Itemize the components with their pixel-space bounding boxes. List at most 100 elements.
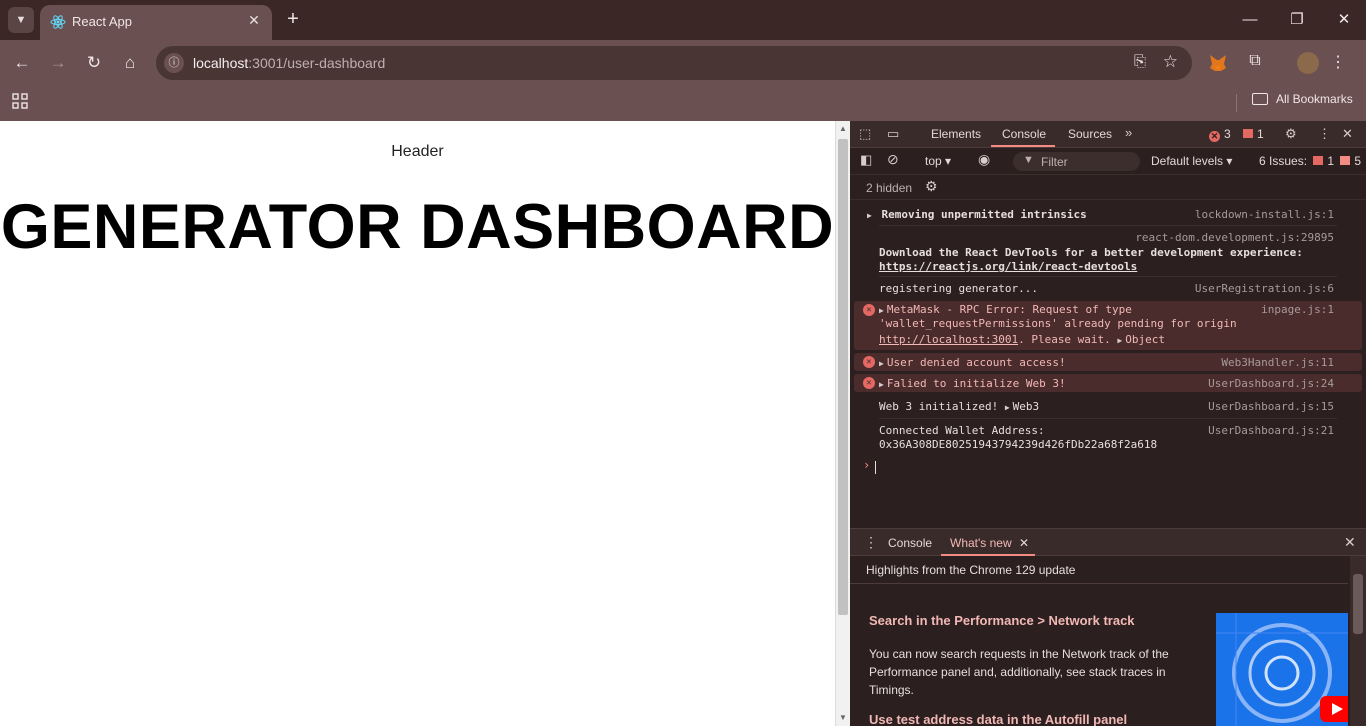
expand-triangle-icon[interactable]: ▶ (1117, 336, 1122, 345)
message-source[interactable]: Web3Handler.js:11 (1221, 355, 1334, 370)
error-count-badge[interactable]: ✕ 3 (1209, 127, 1231, 142)
scrollbar-thumb[interactable] (838, 139, 848, 615)
issues-warnings: 5 (1354, 154, 1362, 168)
drawer-scrollbar[interactable] (1350, 556, 1366, 726)
console-message[interactable]: react-dom.development.js:29895 Download … (850, 230, 1366, 274)
message-object[interactable]: Web3 (1013, 400, 1040, 413)
close-tab-icon[interactable]: ✕ (1019, 536, 1029, 550)
live-expression-eye-icon[interactable]: ◉ (978, 151, 990, 168)
tab-console[interactable]: Console (1002, 127, 1046, 141)
filter-input[interactable]: ▼ Filter (1013, 152, 1140, 171)
more-tabs-icon[interactable]: » (1125, 125, 1132, 140)
message-separator (879, 418, 1337, 419)
expand-triangle-icon[interactable]: ▶ (879, 380, 884, 389)
message-link[interactable]: https://reactjs.org/link/react-devtools (879, 259, 1137, 274)
tab-sources[interactable]: Sources (1068, 127, 1112, 141)
sidebar-toggle-icon[interactable]: ◧ (860, 152, 872, 168)
message-source[interactable]: UserRegistration.js:6 (1195, 281, 1334, 296)
console-error-message[interactable]: ✕ ▶ MetaMask - RPC Error: Request of type… (854, 301, 1362, 350)
feature-heading[interactable]: Search in the Performance > Network trac… (869, 613, 1135, 628)
tab-search-button[interactable]: ▼ (8, 7, 34, 33)
message-source[interactable]: lockdown-install.js:1 (1195, 207, 1334, 222)
metamask-fox-icon[interactable] (1208, 53, 1228, 73)
expand-triangle-icon[interactable]: ▶ (1005, 403, 1010, 412)
scroll-down-icon[interactable]: ▼ (839, 713, 847, 722)
drawer-tab-console[interactable]: Console (888, 536, 932, 550)
console-settings-gear-icon[interactable]: ⚙ (925, 178, 938, 195)
message-source[interactable]: react-dom.development.js:29895 (1135, 230, 1334, 245)
drawer-scroll-thumb[interactable] (1353, 574, 1363, 634)
feature-heading[interactable]: Use test address data in the Autofill pa… (869, 712, 1127, 726)
console-toolbar: ◧ ⊘ top ▾ ◉ ▼ Filter Default levels ▾ 6 … (850, 148, 1366, 175)
console-message[interactable]: registering generator... UserRegistratio… (850, 281, 1366, 297)
close-window-button[interactable]: ✕ (1324, 6, 1364, 34)
youtube-play-icon[interactable] (1320, 696, 1348, 722)
restore-button[interactable]: ❐ (1277, 6, 1317, 34)
console-error-message[interactable]: ✕ ▶ User denied account access! Web3Handl… (854, 353, 1362, 371)
error-icon: ✕ (863, 377, 875, 389)
message-text: Download the React DevTools for a better… (879, 246, 1303, 259)
new-tab-button[interactable]: + (282, 8, 304, 30)
minimize-button[interactable]: — (1230, 6, 1270, 34)
address-bar[interactable]: ⓘ localhost:3001/user-dashboard ⎘ ☆ (156, 46, 1192, 80)
video-thumbnail[interactable] (1216, 613, 1348, 726)
chrome-menu-icon[interactable]: ⋮ (1330, 52, 1346, 72)
profile-avatar[interactable] (1297, 52, 1319, 74)
device-toolbar-icon[interactable]: ▭ (887, 126, 899, 142)
context-value: top (925, 154, 942, 168)
apps-grid-icon[interactable] (12, 93, 28, 109)
page-scrollbar[interactable]: ▲ ▼ (835, 121, 850, 726)
console-input[interactable] (875, 461, 876, 474)
browser-tab[interactable]: React App ✕ (40, 5, 272, 40)
divider (850, 583, 1348, 584)
issue-error-icon (1313, 156, 1324, 165)
inspect-element-icon[interactable]: ⬚ (859, 126, 871, 142)
console-message[interactable]: Web 3 initialized! ▶ Web3 UserDashboard.j… (850, 399, 1366, 415)
close-devtools-icon[interactable]: ✕ (1342, 126, 1353, 142)
reload-icon[interactable]: ↻ (82, 51, 106, 75)
message-object[interactable]: Object (1125, 333, 1165, 346)
site-info-icon[interactable]: ⓘ (164, 53, 184, 73)
drawer-tab-whats-new[interactable]: What's new ✕ (950, 536, 1029, 550)
devtools-menu-icon[interactable]: ⋮ (1318, 126, 1331, 142)
warning-count-badge[interactable]: 1 (1243, 127, 1264, 141)
highlights-title: Highlights from the Chrome 129 update (866, 563, 1076, 577)
message-source[interactable]: UserDashboard.js:24 (1208, 376, 1334, 391)
log-levels-dropdown[interactable]: Default levels ▾ (1151, 154, 1232, 168)
install-app-icon[interactable]: ⎘ (1134, 53, 1146, 70)
tab-elements[interactable]: Elements (931, 127, 981, 141)
hidden-count: 2 hidden (866, 181, 913, 195)
expand-triangle-icon[interactable]: ▶ (867, 211, 872, 220)
forward-arrow-icon[interactable]: → (46, 51, 70, 75)
issues-label: 6 Issues: (1259, 154, 1308, 168)
clear-console-icon[interactable]: ⊘ (887, 151, 899, 168)
active-tab-indicator (991, 145, 1055, 147)
tab-close-icon[interactable]: ✕ (244, 10, 264, 30)
scroll-up-icon[interactable]: ▲ (839, 124, 847, 133)
expand-triangle-icon[interactable]: ▶ (879, 359, 884, 368)
message-source[interactable]: UserDashboard.js:21 (1208, 423, 1334, 438)
issues-button[interactable]: 6 Issues: 1 5 (1259, 154, 1361, 168)
console-error-message[interactable]: ✕ ▶ Falied to initialize Web 3! UserDashb… (854, 374, 1362, 392)
all-bookmarks-button[interactable]: All Bookmarks (1252, 92, 1353, 106)
close-drawer-icon[interactable]: ✕ (1344, 534, 1356, 551)
bookmark-star-icon[interactable]: ☆ (1163, 52, 1178, 72)
console-message[interactable]: ▶ Removing unpermitted intrinsics lockdo… (850, 207, 1366, 223)
settings-gear-icon[interactable]: ⚙ (1285, 126, 1297, 142)
home-icon[interactable]: ⌂ (118, 51, 142, 75)
back-arrow-icon[interactable]: ← (10, 51, 34, 75)
message-source[interactable]: UserDashboard.js:15 (1208, 399, 1334, 414)
expand-triangle-icon[interactable]: ▶ (879, 306, 884, 315)
message-source[interactable]: inpage.js:1 (1261, 302, 1334, 317)
wallet-address: 0x36A308DE80251943794239d426fDb22a68f2a6… (879, 438, 1158, 451)
console-message[interactable]: Connected Wallet Address: 0x36A308DE8025… (850, 423, 1366, 453)
context-select[interactable]: top ▾ (925, 154, 951, 168)
bookmarks-separator (1236, 94, 1237, 112)
extensions-puzzle-icon[interactable]: ⧉ (1244, 52, 1266, 74)
message-link[interactable]: http://localhost:3001 (879, 333, 1018, 346)
url-text[interactable]: localhost:3001/user-dashboard (193, 55, 385, 71)
url-host: localhost (193, 55, 249, 71)
drawer-menu-icon[interactable]: ⋮ (864, 534, 878, 551)
issues-errors: 1 (1327, 154, 1335, 168)
issue-warning-icon (1340, 156, 1351, 165)
